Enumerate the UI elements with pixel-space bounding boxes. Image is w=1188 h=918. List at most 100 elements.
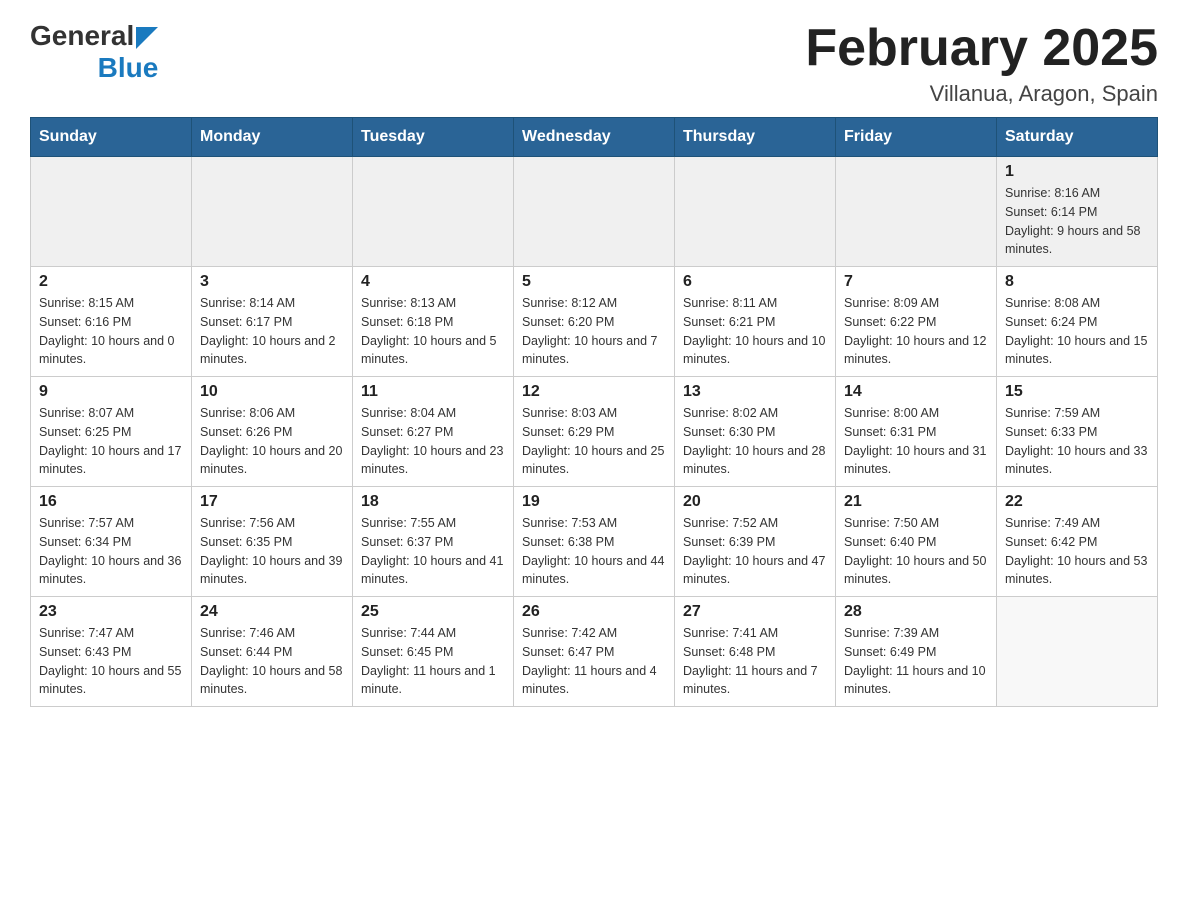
day-info-text: Daylight: 10 hours and 20 minutes. — [200, 442, 344, 480]
day-info-text: Daylight: 10 hours and 5 minutes. — [361, 332, 505, 370]
logo-triangle-icon — [136, 27, 158, 49]
calendar-title: February 2025 — [805, 20, 1158, 77]
day-info-text: Daylight: 10 hours and 44 minutes. — [522, 552, 666, 590]
day-info-text: Daylight: 10 hours and 25 minutes. — [522, 442, 666, 480]
calendar-cell: 7Sunrise: 8:09 AMSunset: 6:22 PMDaylight… — [836, 267, 997, 377]
logo: General Blue — [30, 20, 158, 84]
calendar-week-row: 16Sunrise: 7:57 AMSunset: 6:34 PMDayligh… — [31, 487, 1158, 597]
day-info-text: Daylight: 10 hours and 31 minutes. — [844, 442, 988, 480]
day-info-text: Sunrise: 7:53 AM — [522, 514, 666, 533]
day-info-text: Daylight: 10 hours and 53 minutes. — [1005, 552, 1149, 590]
day-info-text: Sunrise: 7:59 AM — [1005, 404, 1149, 423]
day-info-text: Sunset: 6:35 PM — [200, 533, 344, 552]
day-info-text: Sunset: 6:44 PM — [200, 643, 344, 662]
calendar-subtitle: Villanua, Aragon, Spain — [805, 81, 1158, 107]
day-info-text: Sunrise: 7:55 AM — [361, 514, 505, 533]
day-info-text: Daylight: 10 hours and 2 minutes. — [200, 332, 344, 370]
day-info-text: Daylight: 10 hours and 15 minutes. — [1005, 332, 1149, 370]
day-number: 13 — [683, 383, 827, 401]
day-info-text: Sunrise: 8:03 AM — [522, 404, 666, 423]
day-info-text: Sunset: 6:30 PM — [683, 423, 827, 442]
day-number: 24 — [200, 603, 344, 621]
day-number: 16 — [39, 493, 183, 511]
day-info-text: Daylight: 10 hours and 41 minutes. — [361, 552, 505, 590]
calendar-cell: 21Sunrise: 7:50 AMSunset: 6:40 PMDayligh… — [836, 487, 997, 597]
day-number: 5 — [522, 273, 666, 291]
day-number: 19 — [522, 493, 666, 511]
calendar-cell: 6Sunrise: 8:11 AMSunset: 6:21 PMDaylight… — [675, 267, 836, 377]
day-number: 14 — [844, 383, 988, 401]
calendar-cell — [31, 157, 192, 267]
day-info-text: Sunrise: 8:14 AM — [200, 294, 344, 313]
day-info-text: Sunrise: 8:15 AM — [39, 294, 183, 313]
day-info-text: Daylight: 11 hours and 7 minutes. — [683, 662, 827, 700]
calendar-cell: 1Sunrise: 8:16 AMSunset: 6:14 PMDaylight… — [997, 157, 1158, 267]
calendar-cell: 15Sunrise: 7:59 AMSunset: 6:33 PMDayligh… — [997, 377, 1158, 487]
weekday-header-row: SundayMondayTuesdayWednesdayThursdayFrid… — [31, 118, 1158, 157]
day-info-text: Sunrise: 7:50 AM — [844, 514, 988, 533]
calendar-week-row: 2Sunrise: 8:15 AMSunset: 6:16 PMDaylight… — [31, 267, 1158, 377]
calendar-week-row: 1Sunrise: 8:16 AMSunset: 6:14 PMDaylight… — [31, 157, 1158, 267]
day-number: 28 — [844, 603, 988, 621]
calendar-cell: 13Sunrise: 8:02 AMSunset: 6:30 PMDayligh… — [675, 377, 836, 487]
calendar-cell: 11Sunrise: 8:04 AMSunset: 6:27 PMDayligh… — [353, 377, 514, 487]
day-number: 12 — [522, 383, 666, 401]
day-number: 23 — [39, 603, 183, 621]
calendar-cell: 20Sunrise: 7:52 AMSunset: 6:39 PMDayligh… — [675, 487, 836, 597]
day-info-text: Sunset: 6:25 PM — [39, 423, 183, 442]
calendar-cell — [997, 597, 1158, 707]
day-info-text: Sunset: 6:39 PM — [683, 533, 827, 552]
calendar-cell — [836, 157, 997, 267]
day-info-text: Daylight: 10 hours and 39 minutes. — [200, 552, 344, 590]
day-info-text: Sunrise: 7:47 AM — [39, 624, 183, 643]
day-info-text: Sunrise: 8:16 AM — [1005, 184, 1149, 203]
day-info-text: Sunrise: 7:42 AM — [522, 624, 666, 643]
day-info-text: Daylight: 10 hours and 55 minutes. — [39, 662, 183, 700]
calendar-cell: 12Sunrise: 8:03 AMSunset: 6:29 PMDayligh… — [514, 377, 675, 487]
day-info-text: Sunrise: 8:06 AM — [200, 404, 344, 423]
day-info-text: Daylight: 10 hours and 0 minutes. — [39, 332, 183, 370]
calendar-cell: 8Sunrise: 8:08 AMSunset: 6:24 PMDaylight… — [997, 267, 1158, 377]
day-info-text: Sunset: 6:38 PM — [522, 533, 666, 552]
day-number: 15 — [1005, 383, 1149, 401]
day-info-text: Sunrise: 7:52 AM — [683, 514, 827, 533]
day-info-text: Daylight: 10 hours and 58 minutes. — [200, 662, 344, 700]
day-info-text: Sunrise: 8:08 AM — [1005, 294, 1149, 313]
calendar-table: SundayMondayTuesdayWednesdayThursdayFrid… — [30, 117, 1158, 707]
logo-blue: Blue — [98, 52, 159, 83]
weekday-header-wednesday: Wednesday — [514, 118, 675, 157]
calendar-cell: 9Sunrise: 8:07 AMSunset: 6:25 PMDaylight… — [31, 377, 192, 487]
calendar-cell: 10 Sunrise: 8:06 AMSunset: 6:26 PMDayligh… — [192, 377, 353, 487]
day-number: 7 — [844, 273, 988, 291]
day-info-text: Daylight: 9 hours and 58 minutes. — [1005, 222, 1149, 260]
day-info-text: Sunset: 6:48 PM — [683, 643, 827, 662]
day-info-text: Sunset: 6:26 PM — [200, 423, 344, 442]
day-info-text: Sunset: 6:34 PM — [39, 533, 183, 552]
day-number: 10 — [200, 383, 344, 401]
day-info-text: Sunrise: 7:56 AM — [200, 514, 344, 533]
day-info-text: Daylight: 10 hours and 36 minutes. — [39, 552, 183, 590]
day-number: 2 — [39, 273, 183, 291]
calendar-cell: 23Sunrise: 7:47 AMSunset: 6:43 PMDayligh… — [31, 597, 192, 707]
day-info-text: Sunrise: 7:49 AM — [1005, 514, 1149, 533]
day-info-text: Sunrise: 8:12 AM — [522, 294, 666, 313]
day-info-text: Daylight: 10 hours and 17 minutes. — [39, 442, 183, 480]
day-info-text: Sunrise: 7:57 AM — [39, 514, 183, 533]
day-info-text: Daylight: 10 hours and 50 minutes. — [844, 552, 988, 590]
day-info-text: Daylight: 10 hours and 10 minutes. — [683, 332, 827, 370]
weekday-header-saturday: Saturday — [997, 118, 1158, 157]
day-number: 9 — [39, 383, 183, 401]
title-section: February 2025 Villanua, Aragon, Spain — [805, 20, 1158, 107]
day-info-text: Sunrise: 8:04 AM — [361, 404, 505, 423]
day-info-text: Sunset: 6:49 PM — [844, 643, 988, 662]
calendar-cell: 28Sunrise: 7:39 AMSunset: 6:49 PMDayligh… — [836, 597, 997, 707]
day-number: 17 — [200, 493, 344, 511]
day-number: 11 — [361, 383, 505, 401]
day-info-text: Sunset: 6:27 PM — [361, 423, 505, 442]
day-info-text: Sunset: 6:40 PM — [844, 533, 988, 552]
day-number: 25 — [361, 603, 505, 621]
page-header: General Blue February 2025 Villanua, Ara… — [30, 20, 1158, 107]
day-info-text: Sunrise: 8:13 AM — [361, 294, 505, 313]
calendar-cell: 27Sunrise: 7:41 AMSunset: 6:48 PMDayligh… — [675, 597, 836, 707]
day-info-text: Sunset: 6:20 PM — [522, 313, 666, 332]
